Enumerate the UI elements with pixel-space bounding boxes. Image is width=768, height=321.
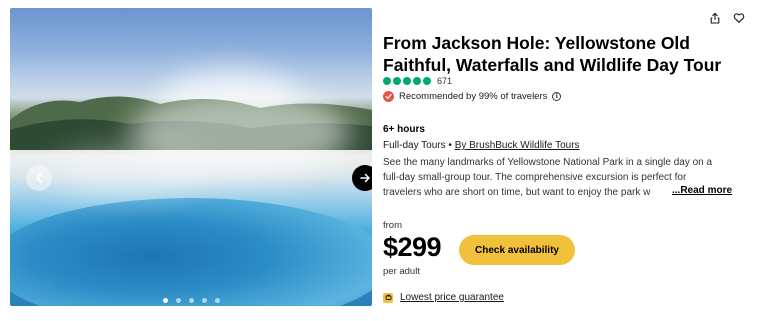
gallery-prev-button[interactable] [26,165,52,191]
read-more-link[interactable]: ...Read more [672,185,732,196]
tour-title: From Jackson Hole: Yellowstone Old Faith… [383,33,722,75]
review-count: 671 [437,76,453,86]
tour-duration: 6+ hours [383,124,425,135]
separator: • [445,140,455,151]
price-tag-icon [383,292,393,303]
tour-category: Full-day Tours [383,140,446,151]
rating-summary[interactable]: 671 [383,76,452,86]
gallery-dot[interactable] [188,298,194,303]
check-badge-icon [383,91,394,102]
provider-link[interactable]: By BrushBuck Wildlife Tours [455,140,580,151]
favorite-button[interactable] [732,11,746,25]
steam-cloud [50,148,210,198]
rating-bubbles [383,77,431,85]
description-line: full-day small-group tour. The comprehen… [383,172,687,183]
rating-bubble [403,77,411,85]
gallery-dot[interactable] [175,298,181,303]
rating-bubble [423,77,431,85]
heart-icon [733,13,745,23]
tour-category-line: Full-day Tours • By BrushBuck Wildlife T… [383,140,580,151]
share-button[interactable] [708,11,722,25]
hot-spring-pool [10,198,372,306]
gallery-dot[interactable] [162,298,168,303]
recommendation-badge: Recommended by 99% of travelers i [383,91,562,102]
header-actions [708,11,746,25]
gallery-dot[interactable] [214,298,220,303]
rating-bubble [383,77,391,85]
arrow-right-icon [360,173,370,183]
rating-bubble [393,77,401,85]
price-guarantee: Lowest price guarantee [383,292,504,303]
share-icon [710,12,720,24]
description-line: See the many landmarks of Yellowstone Na… [383,157,713,168]
check-availability-button[interactable]: Check availability [459,235,575,265]
rating-bubble [413,77,421,85]
price: $299 [383,232,442,262]
recommendation-text: Recommended by 99% of travelers [399,91,548,102]
price-from-label: from [383,220,402,231]
gallery-next-button[interactable] [352,165,372,191]
price-guarantee-link[interactable]: Lowest price guarantee [400,292,504,303]
chevron-left-icon [35,173,42,183]
info-icon[interactable]: i [552,92,562,101]
price-unit-label: per adult [383,266,420,277]
photo-gallery[interactable] [10,8,372,306]
gallery-dot[interactable] [201,298,207,303]
gallery-pagination [10,298,372,303]
